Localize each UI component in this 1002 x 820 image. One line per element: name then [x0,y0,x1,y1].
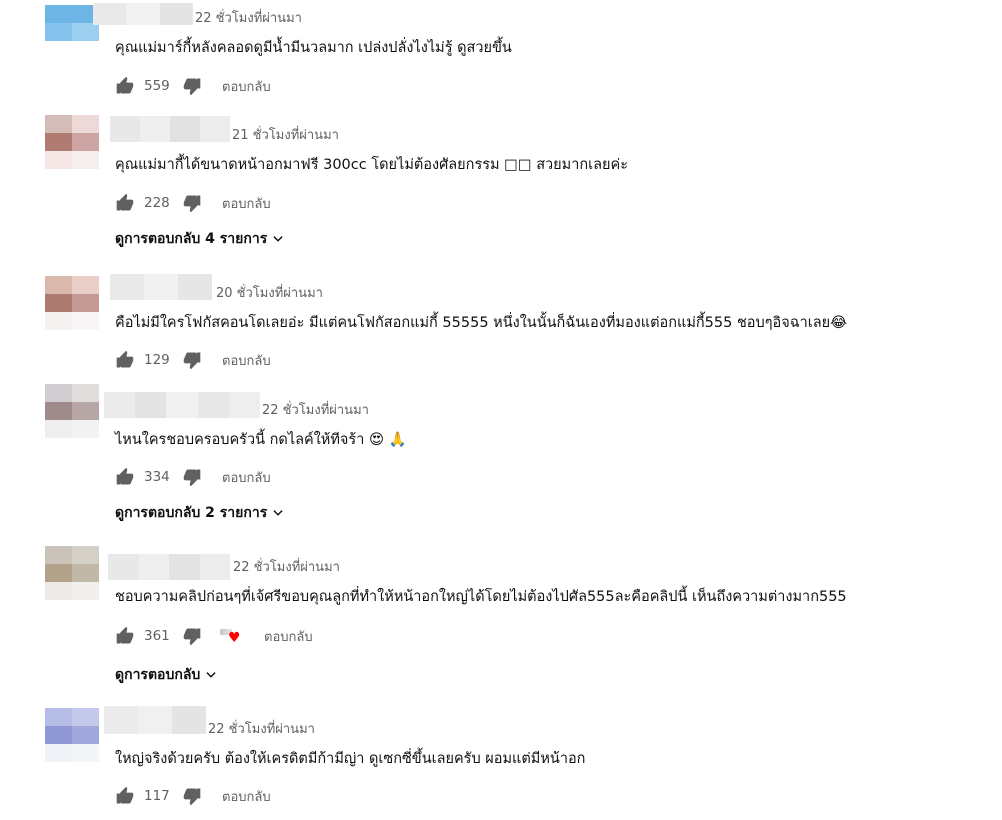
view-replies-button[interactable]: ดูการตอบกลับ 2 รายการ [115,502,285,524]
thumbs-down-icon[interactable] [182,786,202,806]
comment-timestamp[interactable]: 22 ชั่วโมงที่ผ่านมา [208,721,315,739]
comment-actions: 228 ตอบกลับ [115,192,271,214]
avatar[interactable] [45,546,99,600]
view-replies-button[interactable]: ดูการตอบกลับ [115,664,218,686]
like-count: 228 [144,195,170,211]
comment-text: ใหญ่จริงด้วยครับ ต้องให้เครดิตมีก้ามีญ่า… [115,751,586,767]
comment-timestamp[interactable]: 22 ชั่วโมงที่ผ่านมา [262,402,369,420]
view-replies-label: ดูการตอบกลับ 4 รายการ [115,231,268,247]
thumbs-up-icon[interactable] [115,350,135,370]
author-name-redacted[interactable] [110,274,212,300]
chevron-down-icon [273,510,283,516]
comment-timestamp[interactable]: 21 ชั่วโมงที่ผ่านมา [232,127,339,145]
reply-button[interactable]: ตอบกลับ [222,350,271,371]
avatar[interactable] [45,115,99,169]
comment-actions: 117 ตอบกลับ [115,785,271,807]
avatar[interactable] [45,384,99,438]
thumbs-down-icon[interactable] [182,193,202,213]
avatar[interactable] [45,276,99,330]
thumbs-up-icon[interactable] [115,76,135,96]
comment-timestamp[interactable]: 22 ชั่วโมงที่ผ่านมา [233,559,340,577]
thumbs-down-icon[interactable] [182,350,202,370]
reply-button[interactable]: ตอบกลับ [222,467,271,488]
thumbs-down-icon[interactable] [182,626,202,646]
avatar[interactable] [45,708,99,762]
avatar[interactable] [45,5,99,59]
like-count: 559 [144,78,170,94]
reply-button[interactable]: ตอบกลับ [222,786,271,807]
comment-actions: 334 ตอบกลับ [115,466,271,488]
thumbs-up-icon[interactable] [115,786,135,806]
thumbs-up-icon[interactable] [115,467,135,487]
comment-timestamp[interactable]: 20 ชั่วโมงที่ผ่านมา [216,285,323,303]
view-replies-button[interactable]: ดูการตอบกลับ 4 รายการ [115,228,285,250]
thumbs-up-icon[interactable] [115,193,135,213]
author-name-redacted[interactable] [110,116,230,142]
comment-text: คุณแม่มากี้ได้ขนาดหน้าอกมาฟรี 300cc โดยไ… [115,157,628,173]
like-count: 361 [144,628,170,644]
like-count: 117 [144,788,170,804]
comment-text: ไหนใครชอบครอบครัวนี้ กดไลค์ให้ทีจร้า 😍 🙏 [115,432,407,448]
thumbs-down-icon[interactable] [182,76,202,96]
comment-actions: 559 ตอบกลับ [115,75,271,97]
chevron-down-icon [206,672,216,678]
like-count: 129 [144,352,170,368]
comment-text: ชอบความคลิปก่อนๆที่เจ้ศรีขอบคุณลูกที่ทำใ… [115,589,847,605]
view-replies-label: ดูการตอบกลับ [115,667,201,683]
creator-heart-icon[interactable]: ♥ [218,625,244,647]
comment-actions: 361 ♥ ตอบกลับ [115,625,313,647]
reply-button[interactable]: ตอบกลับ [222,193,271,214]
reply-button[interactable]: ตอบกลับ [222,76,271,97]
view-replies-label: ดูการตอบกลับ 2 รายการ [115,505,268,521]
author-name-redacted[interactable] [104,706,206,734]
thumbs-down-icon[interactable] [182,467,202,487]
author-name-redacted[interactable] [93,3,193,25]
heart-icon: ♥ [228,630,241,646]
chevron-down-icon [273,236,283,242]
reply-button[interactable]: ตอบกลับ [264,626,313,647]
comment-actions: 129 ตอบกลับ [115,349,271,371]
like-count: 334 [144,469,170,485]
comment-timestamp[interactable]: 22 ชั่วโมงที่ผ่านมา [195,10,302,28]
comment-text: คือไม่มีใครโฟกัสคอนโดเลยอ่ะ มีแต่คนโฟกัส… [115,315,848,331]
thumbs-up-icon[interactable] [115,626,135,646]
author-name-redacted[interactable] [104,392,261,418]
comment-text: คุณแม่มาร์กี้หลังคลอดดูมีน้ำมีนวลมาก เปล… [115,40,512,56]
author-name-redacted[interactable] [108,554,230,580]
